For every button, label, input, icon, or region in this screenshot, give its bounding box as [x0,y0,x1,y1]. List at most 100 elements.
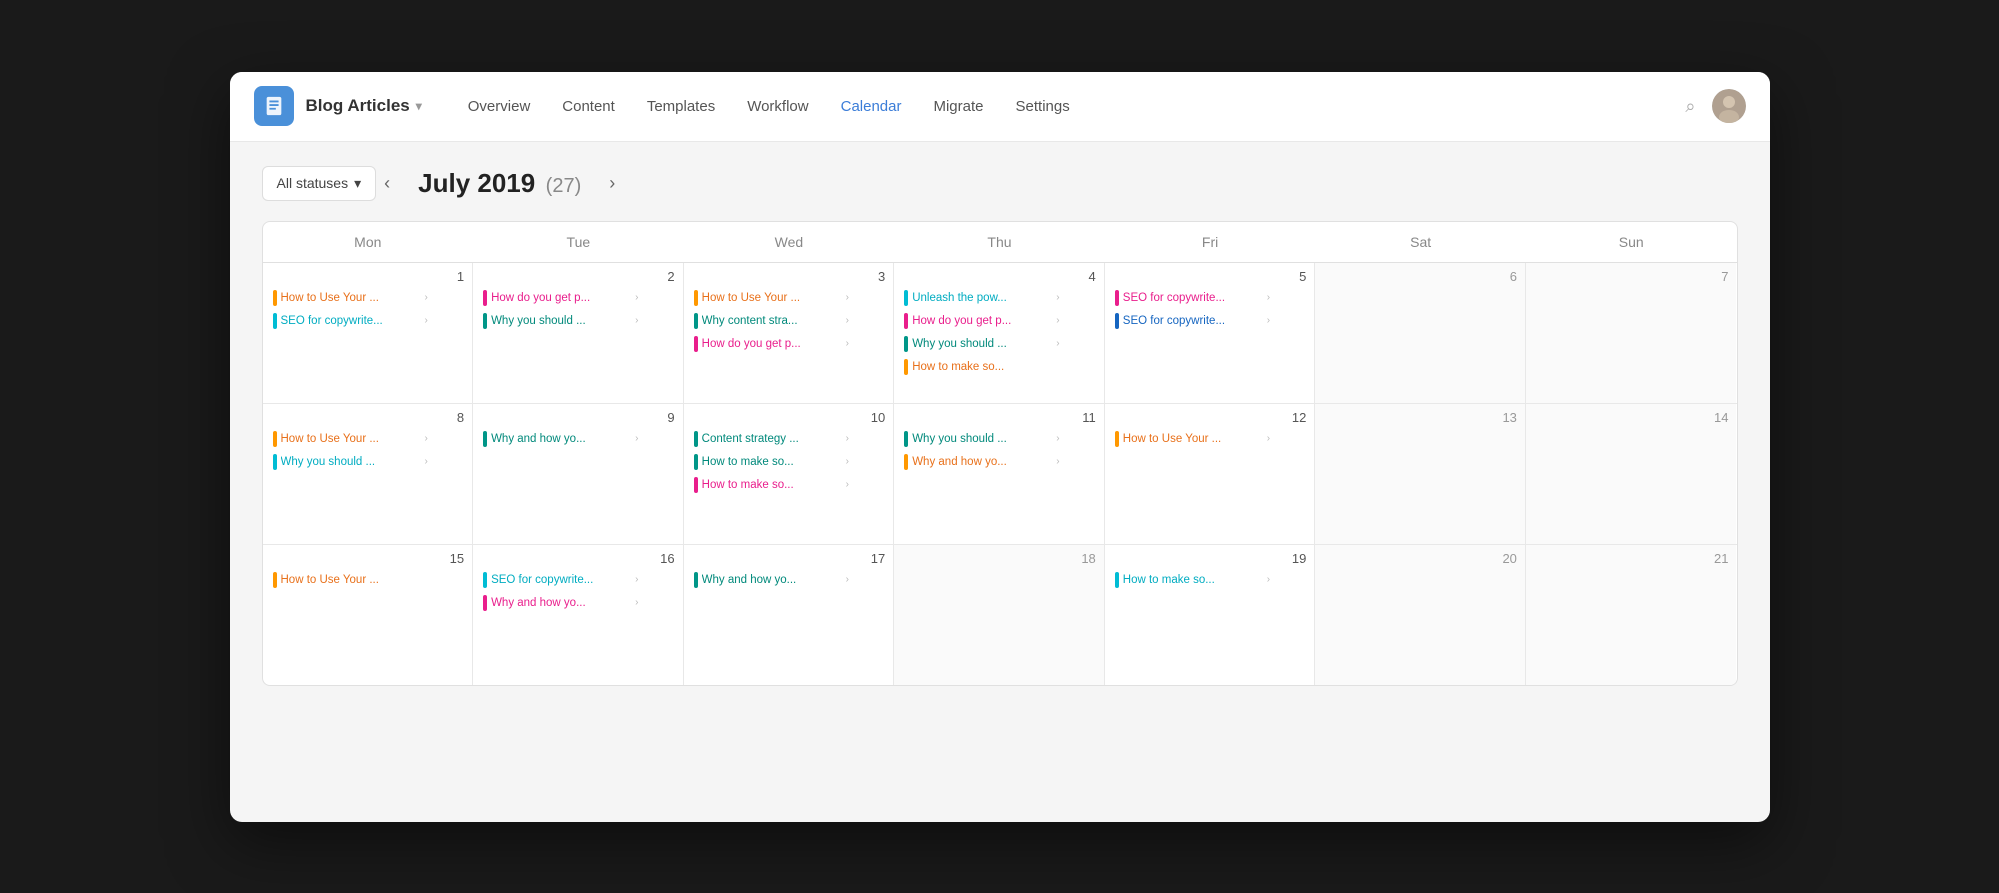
event-arrow-icon: › [846,292,849,303]
nav-migrate[interactable]: Migrate [919,90,997,123]
event-item[interactable]: SEO for copywrite...› [1113,288,1307,308]
nav-calendar[interactable]: Calendar [827,90,916,123]
nav-settings[interactable]: Settings [1002,90,1084,123]
event-item[interactable]: SEO for copywrite...› [1113,311,1307,331]
event-color-bar [273,572,277,588]
app-title[interactable]: Blog Articles ▾ [306,96,422,116]
event-item[interactable]: How to make so... [902,357,1096,377]
cal-cell-day-6: 6 [1315,263,1526,403]
cal-cell-day-5: 5SEO for copywrite...›SEO for copywrite.… [1105,263,1316,403]
event-color-bar [273,313,277,329]
event-item[interactable]: SEO for copywrite...› [271,311,465,331]
cal-cell-day-10: 10Content strategy ...›How to make so...… [684,404,895,544]
event-color-bar [483,313,487,329]
event-title: Why and how yo... [912,456,1052,468]
header: Blog Articles ▾ Overview Content Templat… [230,72,1770,142]
week-1: 1 How to Use Your ... › SEO for copywrite..… [263,263,1737,404]
nav-workflow[interactable]: Workflow [733,90,822,123]
nav-overview[interactable]: Overview [454,90,545,123]
event-item[interactable]: Why content stra...› [692,311,886,331]
event-arrow-icon: › [635,597,638,608]
event-item[interactable]: How do you get p...› [902,311,1096,331]
event-title: SEO for copywrite... [1123,292,1263,304]
avatar[interactable] [1712,89,1746,123]
event-color-bar [904,359,908,375]
user-avatar-img [1712,89,1746,123]
event-item[interactable]: How to Use Your ... › [271,288,465,308]
event-item[interactable]: How to make so...› [1113,570,1307,590]
prev-month-button[interactable]: ‹ [376,169,398,198]
event-item[interactable]: Why you should ...› [481,311,675,331]
day-number-14: 14 [1534,410,1729,425]
event-item[interactable]: Why you should ...› [271,452,465,472]
event-item[interactable]: Why and how yo...› [692,570,886,590]
event-item[interactable]: How to Use Your ...› [692,288,886,308]
event-arrow-icon: › [425,456,428,467]
event-item[interactable]: Why you should ...› [902,334,1096,354]
event-arrow-icon: › [425,292,428,303]
event-item[interactable]: How to make so...› [692,475,886,495]
day-number-13: 13 [1323,410,1517,425]
cal-cell-day-8: 8How to Use Your ...›Why you should ...› [263,404,474,544]
cal-cell-day-1: 1 How to Use Your ... › SEO for copywrite..… [263,263,474,403]
next-month-button[interactable]: › [601,169,623,198]
event-title: Unleash the pow... [912,292,1052,304]
doc-icon [263,95,285,117]
month-navigation: ‹ July 2019 (27) › [376,168,623,199]
day-number-12: 12 [1113,410,1307,425]
day-header-fri: Fri [1105,222,1316,262]
event-title: How to Use Your ... [281,292,421,304]
cal-cell-day-4: 4Unleash the pow...›How do you get p...›… [894,263,1105,403]
event-item[interactable]: How to make so...› [692,452,886,472]
event-color-bar [904,290,908,306]
event-arrow-icon: › [846,315,849,326]
event-color-bar [1115,290,1119,306]
day-header-wed: Wed [684,222,895,262]
day-number-1: 1 [271,269,465,284]
nav-templates[interactable]: Templates [633,90,729,123]
calendar-grid: Mon Tue Wed Thu Fri Sat Sun 1How to Use … [262,221,1738,686]
day-number-19: 19 [1113,551,1307,566]
search-icon[interactable]: ⌕ [1685,96,1695,117]
day-header-sat: Sat [1315,222,1526,262]
event-item[interactable]: Why and how yo... › [481,593,675,613]
cal-cell-day-18: 18 [894,545,1105,685]
event-item[interactable]: Why and how yo...› [902,452,1096,472]
day-number-7: 7 [1534,269,1729,284]
event-color-bar [273,290,277,306]
day-number-15: 15 [271,551,465,566]
day-header-mon: Mon [263,222,474,262]
cal-cell-day-19: 19 How to make so...› [1105,545,1316,685]
event-item[interactable]: How to Use Your ...› [271,429,465,449]
event-item[interactable]: How do you get p...› [692,334,886,354]
event-item[interactable]: How to Use Your ... [271,570,465,590]
event-color-bar [694,572,698,588]
event-item[interactable]: Unleash the pow... › [902,288,1096,308]
event-color-bar [1115,572,1119,588]
app-title-dropdown-icon: ▾ [416,99,422,113]
event-item[interactable]: SEO for copywrite...› [481,570,675,590]
week-2: 8How to Use Your ...›Why you should ...›… [263,404,1737,545]
event-arrow-icon: › [1056,292,1059,303]
day-number-6: 6 [1323,269,1517,284]
month-title: July 2019 (27) [418,168,581,199]
filter-dropdown[interactable]: All statuses ▾ [262,166,377,201]
event-item[interactable]: How to Use Your ...› [1113,429,1307,449]
event-color-bar [694,477,698,493]
event-title: Why and how yo... [702,574,842,586]
event-item[interactable]: How do you get p...› [481,288,675,308]
day-header-sun: Sun [1526,222,1737,262]
event-color-bar [904,336,908,352]
event-item[interactable]: Why you should ...› [902,429,1096,449]
event-title: How do you get p... [491,292,631,304]
main-nav: Overview Content Templates Workflow Cale… [454,90,1686,123]
event-arrow-icon: › [635,315,638,326]
day-number-5: 5 [1113,269,1307,284]
nav-content[interactable]: Content [548,90,629,123]
event-item[interactable]: Why and how yo...› [481,429,675,449]
event-arrow-icon: › [1267,574,1270,585]
event-item[interactable]: Content strategy ...› [692,429,886,449]
event-title: Why and how yo... [491,597,631,609]
cal-cell-day-3: 3How to Use Your ...›Why content stra...… [684,263,895,403]
app-window: Blog Articles ▾ Overview Content Templat… [230,72,1770,822]
